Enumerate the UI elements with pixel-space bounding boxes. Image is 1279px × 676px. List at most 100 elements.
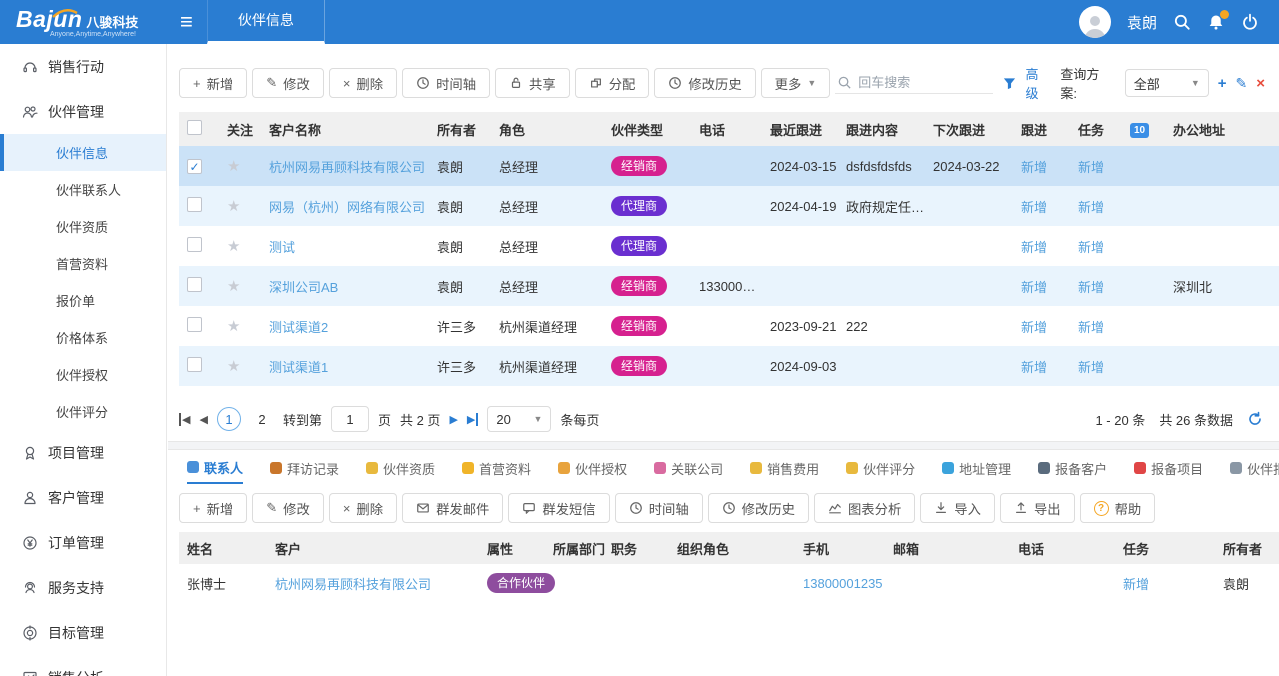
export-button[interactable]: 导出 [1000,493,1075,523]
tab-partner-qualification[interactable]: 伙伴资质 [366,452,435,484]
query-plan-select[interactable]: 全部 ▼ [1125,69,1209,97]
table-row[interactable]: ★ 深圳公司AB 袁朗 总经理 经销商 13300000002 新增 新增 深圳… [179,266,1279,306]
tab-contacts[interactable]: 联系人 [187,452,243,484]
row-checkbox[interactable] [187,237,202,252]
partner-name-link[interactable]: 深圳公司AB [269,280,338,295]
sidebar-item-partner-contacts[interactable]: 伙伴联系人 [0,171,166,208]
row-checkbox[interactable] [187,277,202,292]
sidebar-item-sales-action[interactable]: 销售行动 [0,44,166,89]
task-add-link[interactable]: 新增 [1078,200,1104,215]
sidebar-item-partner-score[interactable]: 伙伴评分 [0,393,166,430]
share-button[interactable]: 共享 [495,68,570,98]
follow-up-add-link[interactable]: 新增 [1021,360,1047,375]
col-role[interactable]: 角色 [491,112,603,146]
tab-address-management[interactable]: 地址管理 [942,452,1011,484]
col-phone[interactable]: 电话 [1010,532,1115,564]
tab-related-companies[interactable]: 关联公司 [654,452,723,484]
col-attribute[interactable]: 属性 [479,532,545,564]
sidebar-item-price-system[interactable]: 价格体系 [0,319,166,356]
mass-sms-button[interactable]: 群发短信 [508,493,609,523]
sidebar-item-partner-authorization[interactable]: 伙伴授权 [0,356,166,393]
table-row[interactable]: ★ 测试渠道2 许三多 杭州渠道经理 经销商 2023-09-21 222 新增… [179,306,1279,346]
advanced-search-link[interactable]: 高级 [1025,64,1051,102]
star-icon[interactable]: ★ [227,278,240,295]
task-add-link[interactable]: 新增 [1078,280,1104,295]
row-checkbox[interactable] [187,357,202,372]
tab-partner-authorization[interactable]: 伙伴授权 [558,452,627,484]
page-number-1[interactable]: 1 [217,407,241,431]
help-button[interactable]: ?帮助 [1080,493,1156,523]
add-button[interactable]: +新增 [179,68,247,98]
col-partner-type[interactable]: 伙伴类型 [603,112,691,146]
star-icon[interactable]: ★ [227,358,240,375]
partner-name-link[interactable]: 测试 [269,240,295,255]
tab-reported-customers[interactable]: 报备客户 [1038,452,1107,484]
task-add-link[interactable]: 新增 [1123,577,1149,592]
star-icon[interactable]: ★ [227,318,240,335]
sidebar-item-quotation[interactable]: 报价单 [0,282,166,319]
customer-link[interactable]: 杭州网易再顾科技有限公司 [275,577,431,592]
partner-name-link[interactable]: 测试渠道2 [269,320,328,335]
contact-timeline-button[interactable]: 时间轴 [615,493,703,523]
follow-up-add-link[interactable]: 新增 [1021,160,1047,175]
sidebar-item-goal-mgmt[interactable]: 目标管理 [0,610,166,655]
contact-row[interactable]: 张博士 杭州网易再顾科技有限公司 合作伙伴 13800001235 新增 袁朗 [179,564,1279,602]
last-page-icon[interactable]: ▶ [467,413,478,426]
user-name[interactable]: 袁朗 [1127,12,1157,33]
table-row-clipped[interactable] [179,386,1279,399]
page-number-2[interactable]: 2 [250,407,274,431]
mass-email-button[interactable]: 群发邮件 [402,493,503,523]
tab-partner-score[interactable]: 伙伴评分 [846,452,915,484]
sidebar-item-order-mgmt[interactable]: 订单管理 [0,520,166,565]
task-add-link[interactable]: 新增 [1078,320,1104,335]
timeline-button[interactable]: 时间轴 [402,68,490,98]
menu-toggle-icon[interactable]: ≡ [166,2,207,42]
col-office-address[interactable]: 办公地址 [1165,112,1279,146]
col-follow-up[interactable]: 跟进 [1013,112,1070,146]
import-button[interactable]: 导入 [920,493,995,523]
sidebar-item-sales-analysis[interactable]: 销售分析 [0,655,166,676]
task-add-link[interactable]: 新增 [1078,360,1104,375]
avatar[interactable] [1079,6,1111,38]
tab-initial-docs[interactable]: 首营资料 [462,452,531,484]
sidebar-item-project-mgmt[interactable]: 项目管理 [0,430,166,475]
panel-splitter[interactable] [168,441,1279,450]
tab-partner-orders[interactable]: 伙伴报单 [1230,452,1279,484]
contact-edit-button[interactable]: ✎修改 [252,493,324,523]
col-task[interactable]: 任务 [1115,532,1215,564]
col-department[interactable]: 所属部门 [545,532,603,564]
table-row[interactable]: ★ 测试 袁朗 总经理 代理商 新增 新增 [179,226,1279,266]
col-org-role[interactable]: 组织角色 [669,532,795,564]
edit-query-plan-icon[interactable]: ✎ [1236,75,1248,92]
star-icon[interactable]: ★ [227,238,240,255]
col-position[interactable]: 职务 [603,532,669,564]
partner-name-link[interactable]: 网易（杭州）网络有限公司 [269,200,425,215]
tab-visit-records[interactable]: 拜访记录 [270,452,339,484]
history-button[interactable]: 修改历史 [654,68,755,98]
tab-partner-info[interactable]: 伙伴信息 [207,0,325,44]
col-customer-name[interactable]: 客户名称 [261,112,429,146]
more-button[interactable]: 更多▼ [761,68,831,98]
col-follow-content[interactable]: 跟进内容 [838,112,925,146]
sidebar-item-partner-mgmt[interactable]: 伙伴管理 [0,89,166,134]
col-mobile[interactable]: 手机 [795,532,885,564]
col-phone[interactable]: 电话 [691,112,762,146]
contact-delete-button[interactable]: ×删除 [329,493,397,523]
col-follow[interactable]: 关注 [219,112,261,146]
prev-page-icon[interactable]: ◀ [199,413,207,426]
contact-add-button[interactable]: +新增 [179,493,247,523]
task-add-link[interactable]: 新增 [1078,160,1104,175]
refresh-icon[interactable] [1247,411,1263,427]
sidebar-item-partner-qualification[interactable]: 伙伴资质 [0,208,166,245]
search-input[interactable] [858,75,983,90]
col-contact-name[interactable]: 姓名 [179,532,267,564]
follow-up-add-link[interactable]: 新增 [1021,240,1047,255]
follow-up-add-link[interactable]: 新增 [1021,320,1047,335]
chart-analysis-button[interactable]: 图表分析 [814,493,915,523]
assign-button[interactable]: 分配 [575,68,650,98]
col-owner[interactable]: 所有者 [429,112,491,146]
col-owner[interactable]: 所有者 [1215,532,1279,564]
sidebar-item-partner-info[interactable]: 伙伴信息 [0,134,166,171]
col-last-follow[interactable]: 最近跟进 [762,112,838,146]
notifications-bell-icon[interactable] [1207,13,1225,31]
